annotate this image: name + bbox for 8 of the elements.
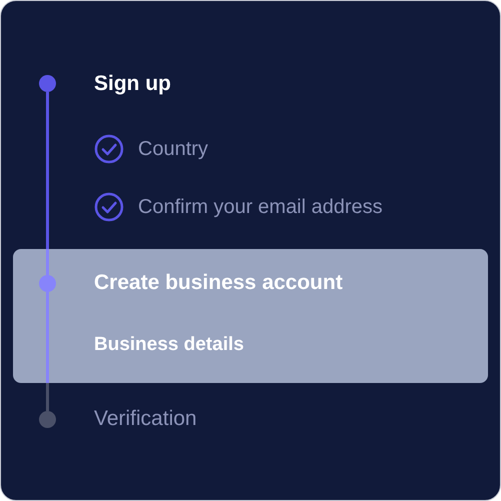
check-circle-icon	[94, 192, 124, 222]
step-title: Create business account	[94, 270, 343, 296]
check-circle-icon	[94, 134, 124, 164]
step-title: Sign up	[94, 71, 171, 97]
substep-label: Business details	[94, 334, 244, 356]
step-title: Verification	[94, 406, 197, 432]
substep-label: Confirm your email address	[138, 196, 383, 218]
substep-label: Country	[138, 138, 208, 160]
